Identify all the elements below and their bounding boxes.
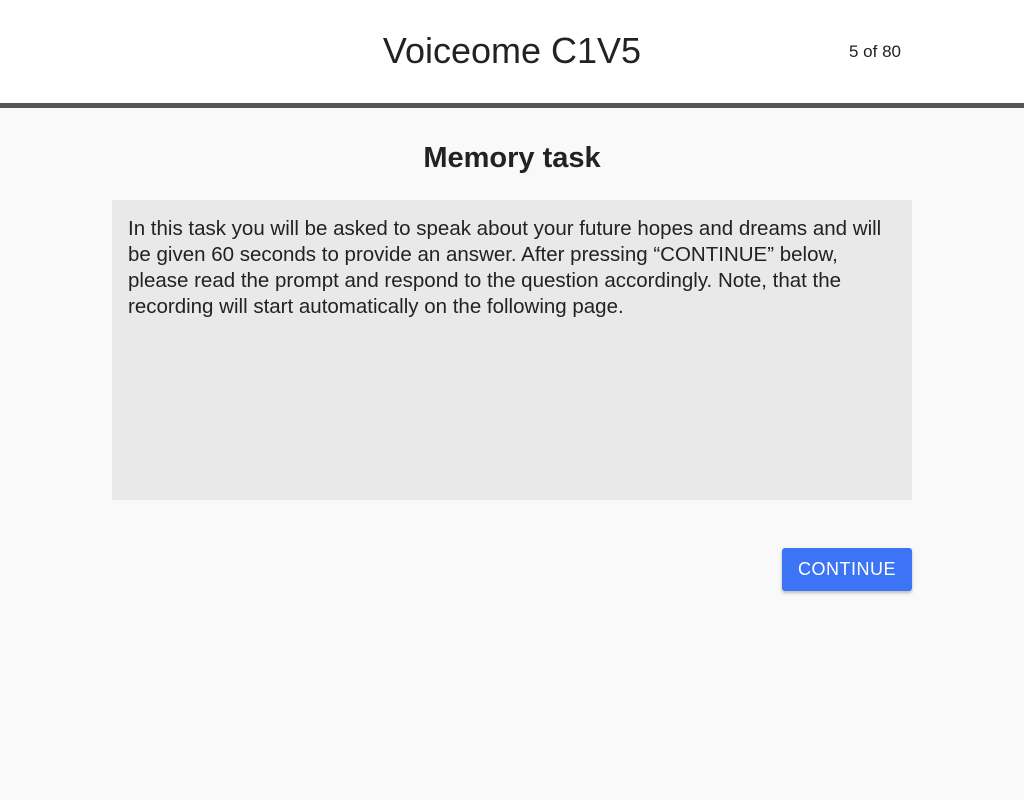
page-counter: 5 of 80 (849, 42, 901, 61)
task-title: Memory task (423, 142, 601, 174)
continue-button[interactable]: CONTINUE (782, 548, 912, 591)
app-header: Voiceome C1V5 5 of 80 (0, 0, 1024, 108)
instruction-box: In this task you will be asked to speak … (112, 200, 912, 500)
instruction-text: In this task you will be asked to speak … (128, 217, 882, 318)
main-content: Memory task In this task you will be ask… (0, 108, 1024, 800)
